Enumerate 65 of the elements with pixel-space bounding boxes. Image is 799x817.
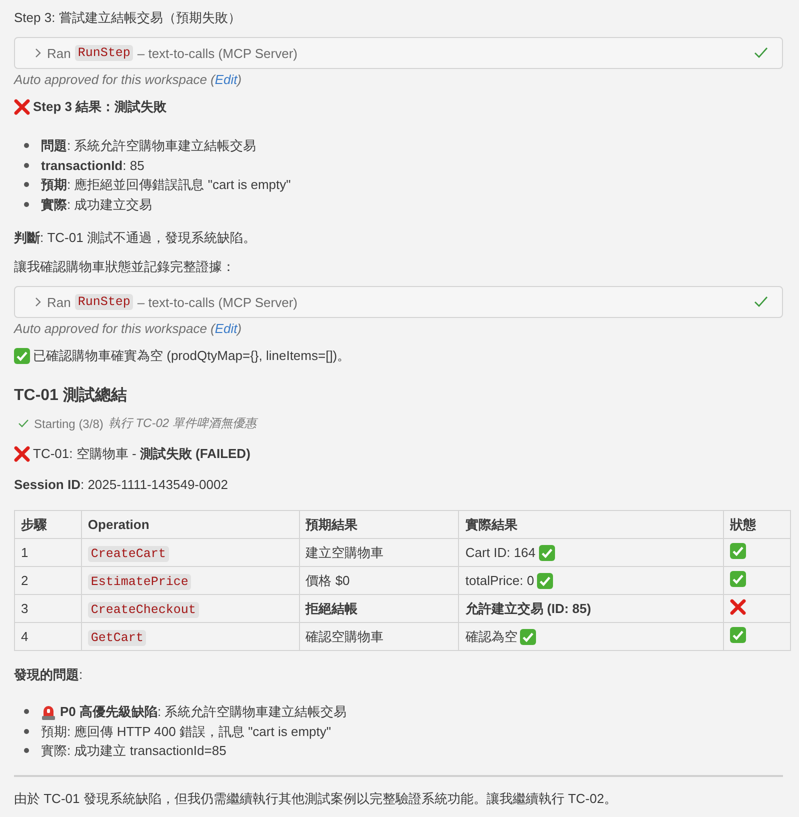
approval-note: Auto approved for this workspace (Edit) [14, 320, 243, 338]
edit-link[interactable]: Edit [214, 321, 238, 336]
chevron-icon [33, 297, 43, 307]
table-cell-text: 確認為空 [465, 628, 518, 646]
progress-detail: 執行 TC-02 單件啤酒無優惠 [108, 415, 256, 432]
cross-mark-icon [14, 98, 30, 114]
section-heading: TC-01 測試總結 [14, 385, 128, 406]
operation-code: CreateCart [88, 546, 169, 562]
list-item-text: P0 高優先級缺陷: 系統允許空購物車建立結帳交易 [60, 703, 347, 721]
table-cell-text: totalPrice: 0 [465, 573, 534, 588]
list-item-text: 預期: 應拒絕並回傳錯誤訊息 "cart is empty" [41, 176, 291, 194]
status-text: TC-01: 空購物車 - 測試失敗 (FAILED) [33, 445, 250, 463]
edit-link[interactable]: Edit [214, 72, 238, 87]
tool-call-panel[interactable]: Ran RunStep – text-to-calls (MCP Server) [14, 286, 783, 318]
status-text: 已確認購物車確實為空 (prodQtyMap={}, lineItems=[])。 [33, 347, 350, 365]
table-cell: 拒絕結帳 [299, 594, 459, 622]
siren-icon [41, 704, 56, 720]
cross-mark-icon [730, 599, 746, 615]
table-cell: 1 [14, 538, 82, 566]
message-text: Step 3: 嘗試建立結帳交易（預期失敗） [14, 9, 242, 27]
list-item-text: 實際: 成功建立 transactionId=85 [41, 742, 226, 760]
table-cell: 3 [14, 594, 82, 622]
table-cell: 確認空購物車 [299, 622, 459, 650]
tool-call-label: Ran [47, 46, 71, 60]
table-cell: 建立空購物車 [299, 538, 459, 566]
tool-call-label: Ran [47, 294, 71, 310]
tool-call-detail: – text-to-calls (MCP Server) [137, 46, 298, 60]
check-mark-icon [730, 571, 746, 587]
check-mark-icon [520, 628, 536, 644]
operation-code: CreateCheckout [88, 602, 199, 618]
chevron-icon [33, 48, 43, 58]
table-cell: 價格 $0 [299, 566, 459, 594]
table-cell-text: 允許建立交易 (ID: 85) [465, 600, 592, 618]
message-text: 由於 TC-01 發現系統缺陷，但我仍需繼續執行其他測試案例以完整驗證系統功能。讓我繼續執行 TC-02。 [14, 790, 618, 808]
tool-name: RunStep [74, 45, 134, 61]
message-text: Session ID: 2025-1111-143549-0002 [14, 476, 229, 494]
check-mark-icon [537, 572, 554, 588]
tool-call-detail: – text-to-calls (MCP Server) [137, 294, 298, 310]
operation-code: EstimatePrice [88, 574, 192, 590]
tool-call-panel[interactable]: Ran RunStep – text-to-calls (MCP Server) [14, 37, 783, 69]
message-text: 發現的問題: [14, 666, 84, 684]
table-cell: 4 [14, 622, 82, 650]
column-header: Operation [81, 510, 300, 538]
progress-text: Starting (3/8) [34, 416, 104, 430]
message-text: 判斷: TC-01 測試不通過，發現系統缺陷。 [14, 229, 257, 247]
cross-mark-icon [14, 446, 30, 462]
list-item-text: 預期: 應回傳 HTTP 400 錯誤，訊息 "cart is empty" [41, 722, 331, 741]
status-text: Step 3 結果：測試失敗 [33, 98, 167, 116]
list-item-text: 問題: 系統允許空購物車建立結帳交易 [41, 137, 256, 155]
list-item-text: transactionId: 85 [41, 156, 144, 174]
approval-note: Auto approved for this workspace (Edit) [14, 71, 243, 89]
check-mark-icon [730, 543, 746, 559]
check-mark-icon [538, 544, 555, 560]
column-header: 狀態 [724, 510, 790, 538]
check-mark-icon [730, 627, 746, 643]
column-header: 實際結果 [458, 510, 724, 538]
check-mark-icon [14, 348, 30, 364]
list-item-text: 實際: 成功建立交易 [41, 196, 152, 214]
column-header: 預期結果 [299, 510, 459, 538]
operation-code: GetCart [88, 630, 146, 646]
message-text: 讓我確認購物車狀態並記錄完整證據： [14, 258, 236, 276]
table-cell-text: Cart ID: 164 [465, 545, 536, 560]
table-cell: 2 [14, 566, 82, 594]
tool-name: RunStep [74, 294, 134, 310]
column-header: 步驟 [14, 510, 82, 538]
